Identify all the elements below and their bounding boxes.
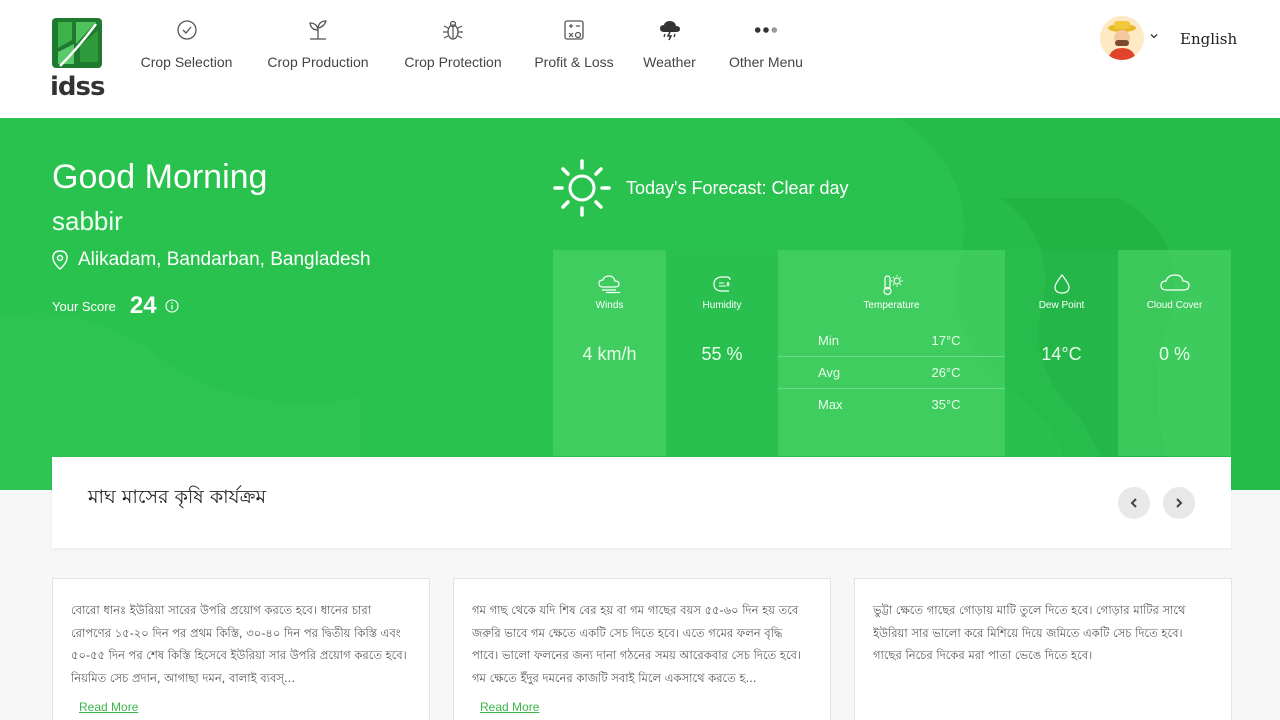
panel-title: মাঘ মাসের কৃষি কার্যক্রম bbox=[88, 486, 266, 508]
activity-card: বোরো ধানঃ ইউরিয়া সারের উপরি প্রয়োগ করত… bbox=[52, 578, 430, 720]
activity-text: বোরো ধানঃ ইউরিয়া সারের উপরি প্রয়োগ করত… bbox=[71, 603, 407, 685]
todays-forecast: Today's Forecast: Clear day bbox=[552, 158, 849, 218]
activity-card: ভুট্টা ক্ষেতে গাছের গোড়ায় মাটি তুলে দি… bbox=[854, 578, 1232, 720]
winds-value: 4 km/h bbox=[582, 344, 637, 364]
farmer-avatar-icon[interactable] bbox=[1100, 16, 1144, 60]
activity-text: ভুট্টা ক্ষেতে গাছের গোড়ায় মাটি তুলে দি… bbox=[873, 603, 1186, 662]
nav-label: Crop Protection bbox=[404, 54, 502, 70]
temperature-card: Temperature Min 17°C Avg 26°C Max 35°C bbox=[778, 250, 1005, 456]
winds-card: Winds 4 km/h bbox=[553, 250, 666, 456]
hero-banner: Good Morning sabbir Alikadam, Bandarban,… bbox=[0, 118, 1280, 490]
main-nav: Crop Selection Crop Production Crop Prot… bbox=[128, 18, 826, 78]
nav-crop-selection[interactable]: Crop Selection bbox=[128, 18, 245, 78]
temp-key: Min bbox=[818, 332, 839, 348]
user-score: Your Score 24 bbox=[52, 292, 179, 320]
language-selector[interactable]: English bbox=[1180, 30, 1237, 48]
cloud-icon bbox=[1118, 274, 1231, 292]
cloud-cover-value: 0 % bbox=[1158, 344, 1191, 364]
prev-button[interactable] bbox=[1118, 487, 1150, 519]
humidity-value: 55 % bbox=[701, 344, 743, 364]
bug-icon bbox=[441, 18, 465, 42]
temperature-table: Min 17°C Avg 26°C Max 35°C bbox=[778, 324, 1005, 420]
forecast-text: Today's Forecast: Clear day bbox=[626, 177, 849, 198]
humidity-label: Humidity bbox=[702, 300, 742, 311]
humidity-icon bbox=[666, 274, 778, 294]
temperature-label: Temperature bbox=[863, 300, 920, 311]
location-text: Alikadam, Bandarban, Bangladesh bbox=[78, 249, 371, 270]
activity-card: গম গাছ থেকে যদি শিষ বের হয় বা গম গাছের … bbox=[453, 578, 831, 720]
nav-label: Crop Production bbox=[267, 54, 369, 70]
storm-cloud-icon bbox=[658, 18, 682, 42]
thermometer-sun-icon bbox=[778, 274, 1005, 296]
wind-icon bbox=[553, 274, 666, 294]
cloud-cover-label: Cloud Cover bbox=[1146, 300, 1203, 311]
temp-row-max: Max 35°C bbox=[778, 388, 1005, 420]
temp-value: 17°C bbox=[931, 332, 961, 348]
temp-value: 26°C bbox=[931, 365, 961, 380]
monthly-activities-panel: মাঘ মাসের কৃষি কার্যক্রম bbox=[52, 457, 1231, 548]
greeting-heading: Good Morning bbox=[52, 158, 268, 196]
chevron-right-icon bbox=[1176, 498, 1183, 508]
dew-point-label: Dew Point bbox=[1038, 300, 1085, 311]
next-button[interactable] bbox=[1163, 487, 1195, 519]
nav-label: Profit & Loss bbox=[534, 54, 614, 70]
read-more-link[interactable]: Read More bbox=[79, 700, 138, 714]
read-more-link[interactable]: Read More bbox=[480, 700, 539, 714]
map-pin-icon bbox=[52, 250, 68, 270]
temp-value: 35°C bbox=[931, 397, 961, 412]
score-value: 24 bbox=[129, 292, 157, 319]
brand-name: idss bbox=[50, 72, 105, 102]
top-header: idss Crop Selection Crop Production Crop… bbox=[0, 0, 1280, 118]
nav-label: Other Menu bbox=[729, 54, 803, 70]
temp-row-avg: Avg 26°C bbox=[778, 356, 1005, 388]
dew-point-value: 14°C bbox=[1041, 344, 1082, 364]
winds-label: Winds bbox=[595, 300, 624, 311]
score-label: Your Score bbox=[52, 298, 116, 314]
more-dots-icon bbox=[754, 18, 778, 42]
calculator-icon bbox=[562, 18, 586, 42]
temp-key: Avg bbox=[818, 365, 841, 380]
leaf-logo-icon bbox=[52, 18, 102, 68]
user-location: Alikadam, Bandarban, Bangladesh bbox=[52, 249, 371, 271]
dew-point-card: Dew Point 14°C bbox=[1005, 250, 1118, 456]
water-drop-icon bbox=[1005, 274, 1118, 294]
nav-weather[interactable]: Weather bbox=[633, 18, 706, 78]
nav-crop-protection[interactable]: Crop Protection bbox=[391, 18, 515, 78]
sun-icon bbox=[553, 159, 611, 217]
chevron-down-icon[interactable] bbox=[1148, 30, 1160, 42]
chevron-left-icon bbox=[1130, 498, 1137, 508]
check-circle-icon bbox=[175, 18, 199, 42]
nav-profit-loss[interactable]: Profit & Loss bbox=[515, 18, 633, 78]
humidity-card: Humidity 55 % bbox=[666, 250, 778, 456]
cloud-cover-card: Cloud Cover 0 % bbox=[1118, 250, 1231, 456]
temp-row-min: Min 17°C bbox=[778, 324, 1005, 356]
sprout-icon bbox=[306, 18, 330, 42]
activity-text: গম গাছ থেকে যদি শিষ বের হয় বা গম গাছের … bbox=[472, 603, 802, 685]
user-name: sabbir bbox=[52, 206, 123, 236]
nav-other-menu[interactable]: Other Menu bbox=[706, 18, 826, 78]
info-icon[interactable] bbox=[164, 299, 179, 313]
nav-label: Crop Selection bbox=[140, 54, 233, 70]
nav-crop-production[interactable]: Crop Production bbox=[245, 18, 391, 78]
temp-key: Max bbox=[818, 397, 843, 412]
idss-logo[interactable]: idss bbox=[50, 16, 106, 102]
nav-label: Weather bbox=[643, 54, 696, 70]
